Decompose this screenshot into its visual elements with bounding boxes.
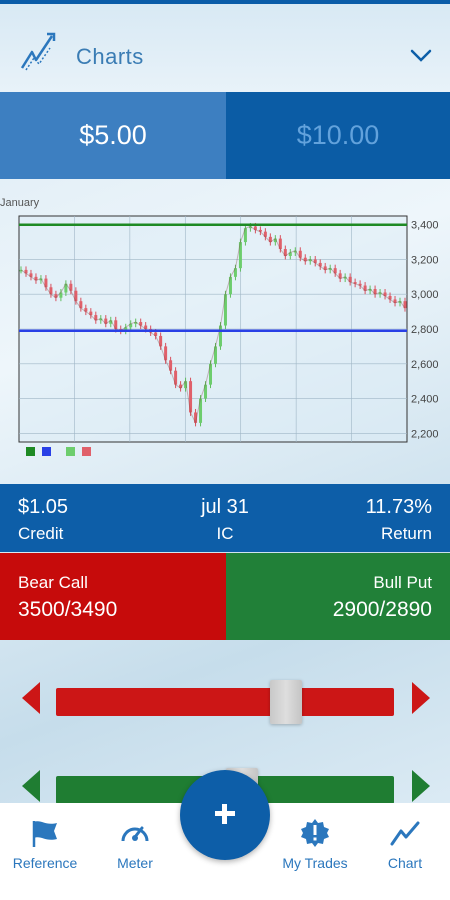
bear-call-label: Bear Call xyxy=(18,573,88,592)
bull-put-panel[interactable]: Bull Put 2900/2890 xyxy=(226,553,450,640)
page-title: Charts xyxy=(76,44,144,69)
return-value: 11.73% xyxy=(365,496,432,518)
nav-my-trades[interactable]: My Trades xyxy=(270,803,360,900)
chart-line-icon xyxy=(390,821,420,846)
return-label: Return xyxy=(380,524,432,543)
legend-swatch xyxy=(42,447,51,456)
bull-put-strikes: 2900/2890 xyxy=(332,598,432,621)
nav-chart-label: Chart xyxy=(387,855,423,871)
green-slider-right-arrow[interactable] xyxy=(412,770,430,802)
add-trade-button[interactable] xyxy=(180,770,270,860)
y-tick-label: 2,400 xyxy=(411,394,439,406)
alert-badge-icon xyxy=(301,819,329,847)
chart-trend-icon xyxy=(20,32,56,71)
flag-icon xyxy=(32,821,57,847)
y-tick-label: 3,200 xyxy=(411,254,439,266)
nav-meter[interactable]: Meter xyxy=(90,803,180,900)
nav-my-trades-label: My Trades xyxy=(282,855,348,871)
price-option-right[interactable]: $10.00 xyxy=(226,92,450,179)
nav-chart[interactable]: Chart xyxy=(360,803,450,900)
price-chart[interactable]: 3,400 3,200 3,000 2,800 2,600 2,400 2,200 xyxy=(0,192,450,472)
trade-summary-bar: $1.05 Credit jul 31 IC 11.73% Return xyxy=(0,484,450,552)
y-tick-label: 2,600 xyxy=(411,359,439,371)
bull-put-label: Bull Put xyxy=(373,573,432,592)
price-option-left[interactable]: $5.00 xyxy=(0,92,226,179)
y-tick-label: 2,800 xyxy=(411,324,439,336)
green-slider-left-arrow[interactable] xyxy=(22,770,40,802)
legend-swatch xyxy=(66,447,75,456)
legend-swatch xyxy=(82,447,91,456)
nav-reference[interactable]: Reference xyxy=(0,803,90,900)
chart-canvas: 3,400 3,200 3,000 2,800 2,600 2,400 2,200 xyxy=(18,215,439,456)
plus-icon-vertical xyxy=(222,804,227,824)
red-slider-thumb[interactable] xyxy=(269,680,302,724)
nav-reference-label: Reference xyxy=(12,855,78,871)
app-header: Charts xyxy=(0,4,450,92)
legend-swatch xyxy=(26,447,35,456)
gauge-icon xyxy=(121,826,149,842)
bear-call-strikes: 3500/3490 xyxy=(18,598,118,621)
y-tick-label: 3,400 xyxy=(411,220,439,232)
bear-call-panel[interactable]: Bear Call 3500/3490 xyxy=(0,553,226,640)
chevron-down-icon[interactable] xyxy=(408,42,434,68)
y-tick-label: 3,000 xyxy=(411,289,439,301)
red-slider-left-arrow[interactable] xyxy=(22,682,40,714)
red-slider-track[interactable] xyxy=(56,688,394,716)
nav-meter-label: Meter xyxy=(117,855,153,871)
red-slider-right-arrow[interactable] xyxy=(412,682,430,714)
y-tick-label: 2,200 xyxy=(411,428,439,440)
